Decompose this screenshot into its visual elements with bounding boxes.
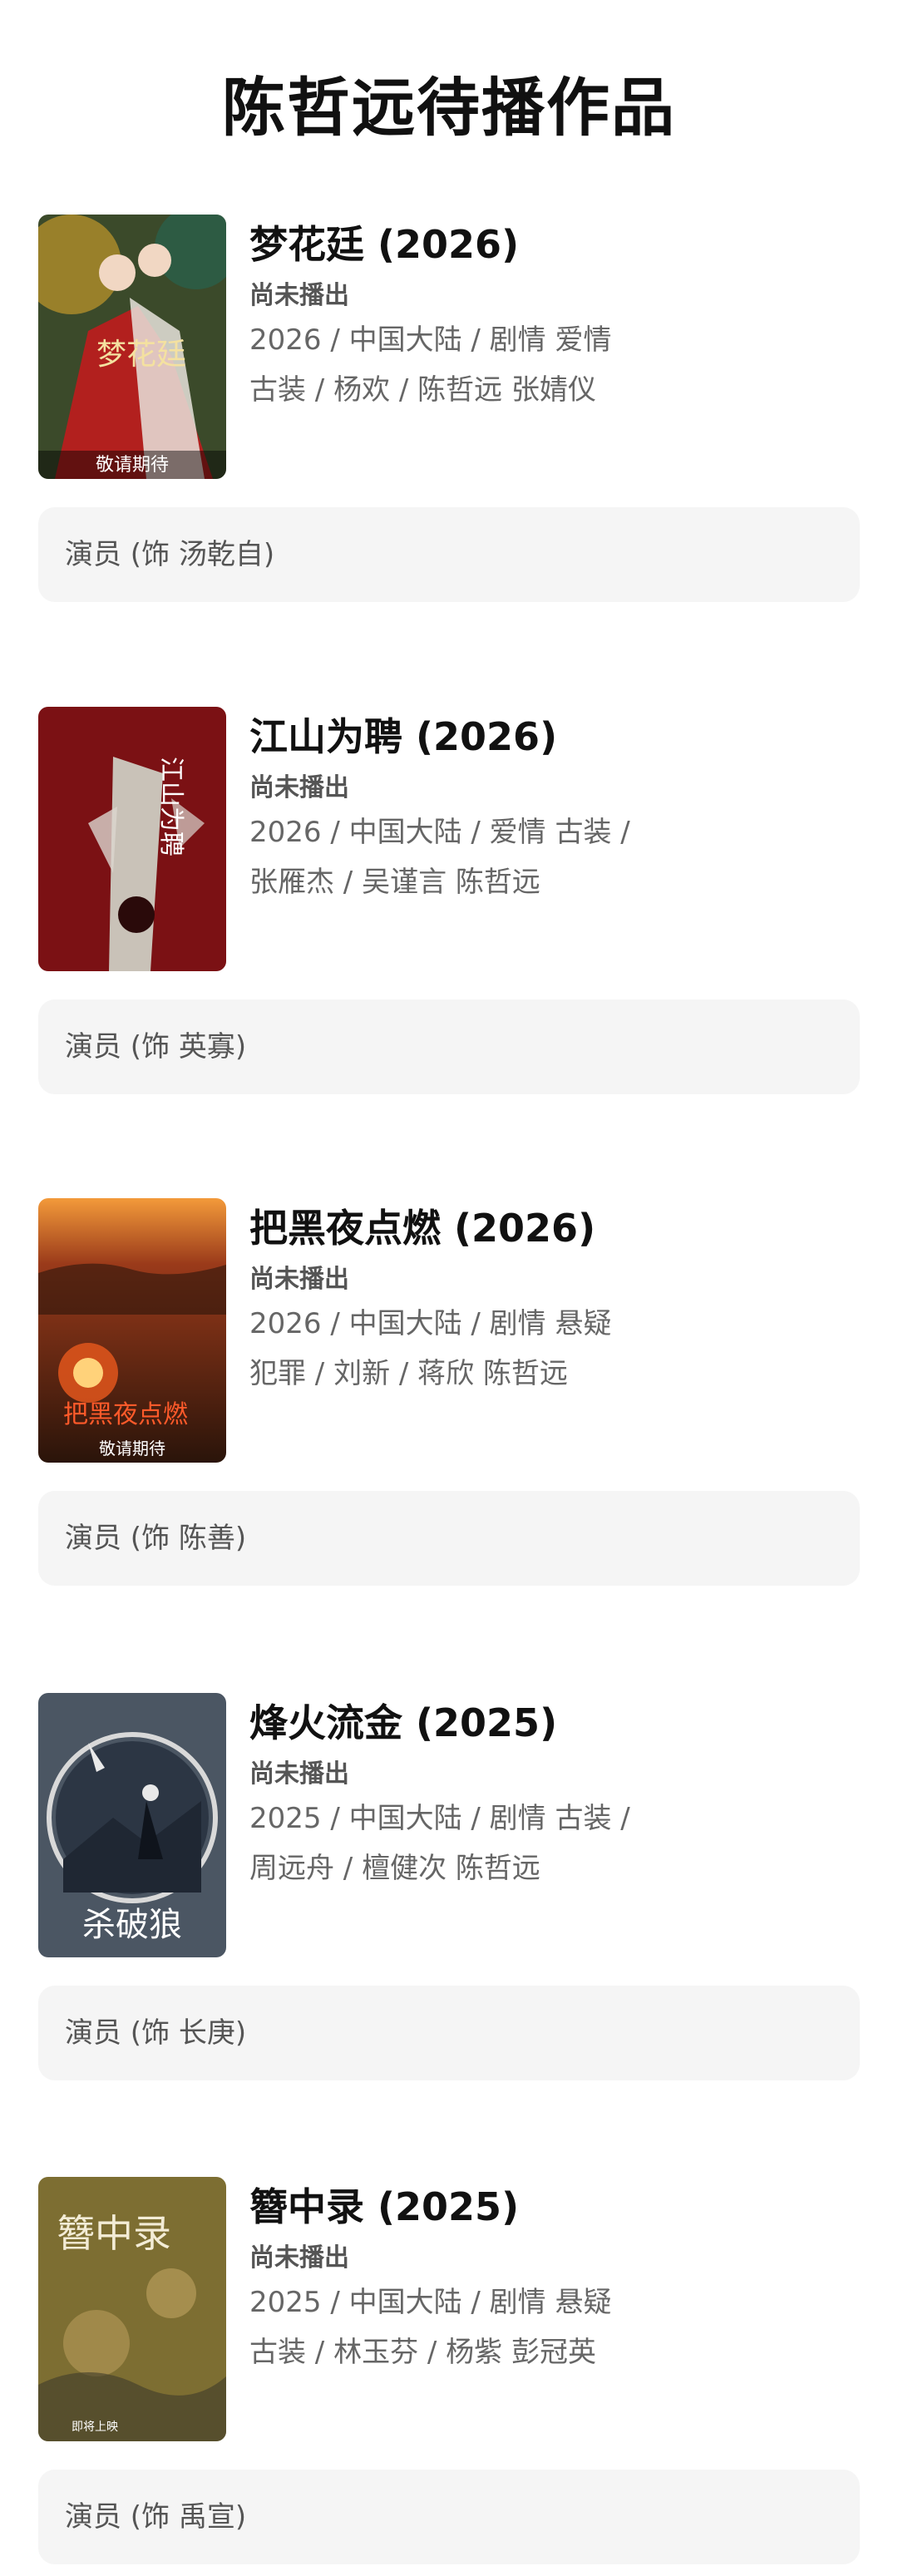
meta-line: 2026 / 中国大陆 / 剧情 悬疑 <box>249 1307 612 1340</box>
role-card[interactable]: 演员 (饰 禹宣) <box>38 2470 860 2564</box>
poster-image[interactable]: 簪中录 即将上映 <box>38 2177 226 2441</box>
poster-image[interactable]: 江山为聘 <box>38 707 226 971</box>
work-title[interactable]: 梦花廷 (2026) <box>249 220 865 269</box>
svg-text:梦花廷: 梦花廷 <box>96 338 186 372</box>
page: 陈哲远待播作品 梦花廷 敬请期待 梦花廷 (2026) 尚未播出 2026 / … <box>0 0 898 2564</box>
work-item[interactable]: 把黑夜点燃 敬请期待 把黑夜点燃 (2026) 尚未播出 2026 / 中国大陆… <box>0 1198 898 1597</box>
role-card[interactable]: 演员 (饰 陈善) <box>38 1491 860 1586</box>
svg-text:江山为聘: 江山为聘 <box>156 757 185 856</box>
meta-line: 犯罪 / 刘新 / 蒋欣 陈哲远 <box>249 1357 568 1390</box>
work-item[interactable]: 簪中录 即将上映 簪中录 (2025) 尚未播出 2025 / 中国大陆 / 剧… <box>0 2177 898 2576</box>
role-card[interactable]: 演员 (饰 汤乾自) <box>38 507 860 602</box>
meta-line: 古装 / 林玉芬 / 杨紫 彭冠英 <box>249 2336 596 2369</box>
work-title[interactable]: 把黑夜点燃 (2026) <box>249 1203 865 1253</box>
svg-text:杀破狼: 杀破狼 <box>82 1906 182 1944</box>
release-status: 尚未播出 <box>249 1265 349 1294</box>
release-status: 尚未播出 <box>249 1759 349 1789</box>
role-text: 演员 (饰 汤乾自) <box>65 538 275 571</box>
svg-text:敬请期待: 敬请期待 <box>96 455 169 476</box>
work-title[interactable]: 江山为聘 (2026) <box>249 712 865 762</box>
page-title: 陈哲远待播作品 <box>222 71 676 145</box>
role-card[interactable]: 演员 (饰 长庚) <box>38 1986 860 2080</box>
svg-text:把黑夜点燃: 把黑夜点燃 <box>63 1400 188 1429</box>
role-card[interactable]: 演员 (饰 英寡) <box>38 999 860 1094</box>
work-title[interactable]: 簪中录 (2025) <box>249 2182 865 2232</box>
svg-text:簪中录: 簪中录 <box>57 2211 171 2256</box>
svg-text:即将上映: 即将上映 <box>72 2421 118 2434</box>
meta-line: 2025 / 中国大陆 / 剧情 悬疑 <box>249 2286 612 2319</box>
svg-text:敬请期待: 敬请期待 <box>99 1439 165 1458</box>
role-text: 演员 (饰 陈善) <box>65 1522 247 1555</box>
meta-line: 张雁杰 / 吴谨言 陈哲远 <box>249 866 540 899</box>
poster-image[interactable]: 杀破狼 <box>38 1693 226 1957</box>
work-item[interactable]: 梦花廷 敬请期待 梦花廷 (2026) 尚未播出 2026 / 中国大陆 / 剧… <box>0 215 898 614</box>
role-text: 演员 (饰 禹宣) <box>65 2500 247 2534</box>
poster-image[interactable]: 梦花廷 敬请期待 <box>38 215 226 479</box>
meta-line: 古装 / 杨欢 / 陈哲远 张婧仪 <box>249 373 596 407</box>
release-status: 尚未播出 <box>249 281 349 310</box>
work-item[interactable]: 江山为聘 江山为聘 (2026) 尚未播出 2026 / 中国大陆 / 爱情 古… <box>0 707 898 1106</box>
meta-line: 2026 / 中国大陆 / 剧情 爱情 <box>249 323 612 357</box>
role-text: 演员 (饰 英寡) <box>65 1030 247 1063</box>
release-status: 尚未播出 <box>249 773 349 802</box>
work-item[interactable]: 杀破狼 烽火流金 (2025) 尚未播出 2025 / 中国大陆 / 剧情 古装… <box>0 1693 898 2092</box>
meta-line: 2026 / 中国大陆 / 爱情 古装 / <box>249 816 630 849</box>
work-title[interactable]: 烽火流金 (2025) <box>249 1698 865 1748</box>
poster-image[interactable]: 把黑夜点燃 敬请期待 <box>38 1198 226 1463</box>
release-status: 尚未播出 <box>249 2243 349 2273</box>
meta-line: 周远舟 / 檀健次 陈哲远 <box>249 1852 540 1885</box>
meta-line: 2025 / 中国大陆 / 剧情 古装 / <box>249 1802 630 1835</box>
role-text: 演员 (饰 长庚) <box>65 2016 247 2050</box>
